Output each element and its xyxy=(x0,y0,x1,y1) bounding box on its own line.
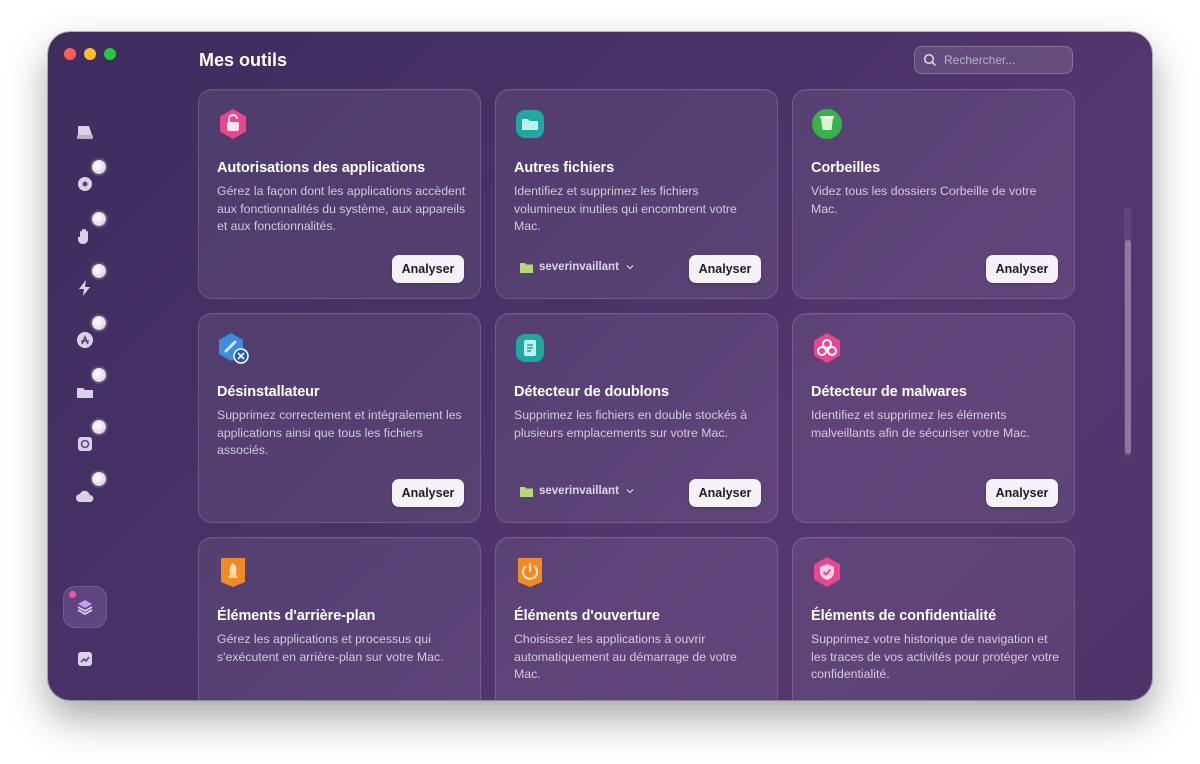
folder-icon xyxy=(520,486,533,497)
power-icon xyxy=(514,556,546,588)
shield-check-icon xyxy=(811,556,843,588)
tool-description: Identifiez et supprimez les éléments mal… xyxy=(811,408,1030,440)
tool-title: Autres fichiers xyxy=(514,160,615,176)
status-dot xyxy=(92,420,106,434)
status-dot xyxy=(92,368,106,382)
tool-card-app-permissions[interactable]: Autorisations des applications Gérez la … xyxy=(198,89,481,299)
tool-card-login-items[interactable]: Éléments d'ouverture Choisissez les appl… xyxy=(495,537,778,700)
search-input[interactable] xyxy=(944,53,1064,67)
lightning-icon xyxy=(79,280,90,296)
sidebar-item-protection[interactable] xyxy=(72,171,98,197)
search-field[interactable] xyxy=(914,46,1073,74)
sidebar-item-cloud[interactable] xyxy=(72,483,98,509)
tool-title: Autorisations des applications xyxy=(217,160,426,176)
app-store-icon xyxy=(77,332,93,348)
tool-card-background-items[interactable]: Éléments d'arrière-plan Gérez les applic… xyxy=(198,537,481,700)
chevron-down-icon xyxy=(626,265,634,270)
unlock-icon xyxy=(217,108,249,140)
analyze-button[interactable]: Analyser xyxy=(986,479,1058,507)
tool-description: Identifiez et supprimez les fichiers vol… xyxy=(514,184,737,233)
chevron-down-icon xyxy=(626,489,634,494)
sidebar-item-files[interactable] xyxy=(72,379,98,405)
tool-card-duplicate-finder[interactable]: Détecteur de doublons Supprimez les fich… xyxy=(495,313,778,523)
sidebar-item-my-tools[interactable] xyxy=(63,586,107,628)
search-icon xyxy=(923,53,937,67)
disk-icon xyxy=(77,126,93,139)
tool-title: Détecteur de doublons xyxy=(514,384,670,400)
tool-title: Éléments d'ouverture xyxy=(514,608,660,624)
status-dot xyxy=(92,160,106,174)
sidebar-item-space-lens[interactable] xyxy=(72,431,98,457)
duplicate-icon xyxy=(514,332,546,364)
uninstaller-icon xyxy=(217,332,249,364)
folder-badge-icon xyxy=(514,108,546,140)
tool-description: Supprimez votre historique de navigation… xyxy=(811,632,1060,681)
folder-name: severinvaillant xyxy=(539,485,619,497)
analyze-button[interactable]: Analyser xyxy=(689,255,761,283)
sidebar-item-speed[interactable] xyxy=(72,275,98,301)
trash-icon xyxy=(811,108,843,140)
tool-card-trash[interactable]: Corbeilles Videz tous les dossiers Corbe… xyxy=(792,89,1075,299)
tool-description: Supprimez correctement et intégralement … xyxy=(217,408,462,457)
sidebar-item-privacy[interactable] xyxy=(72,223,98,249)
analyze-button[interactable]: Analyser xyxy=(392,479,464,507)
page-title: Mes outils xyxy=(199,50,288,70)
analyze-button[interactable]: Analyser xyxy=(392,255,464,283)
tool-title: Corbeilles xyxy=(811,160,881,176)
app-window: Mes outils Autorisations des application… xyxy=(48,32,1152,700)
hand-icon xyxy=(78,229,88,244)
magnifier-disk-icon xyxy=(78,437,92,451)
folder-selector[interactable]: severinvaillant xyxy=(520,261,635,273)
tool-card-malware-detector[interactable]: Détecteur de malwares Identifiez et supp… xyxy=(792,313,1075,523)
sidebar-item-disk[interactable] xyxy=(72,119,98,145)
folder-selector[interactable]: severinvaillant xyxy=(520,485,635,497)
folder-icon xyxy=(77,388,93,398)
shield-ball-icon xyxy=(78,177,92,191)
tool-title: Éléments d'arrière-plan xyxy=(217,608,376,624)
status-dot xyxy=(92,264,106,278)
folder-name: severinvaillant xyxy=(539,261,619,273)
folder-icon xyxy=(520,262,533,273)
sidebar xyxy=(48,32,124,700)
scrollbar-thumb[interactable] xyxy=(1125,240,1131,454)
status-dot xyxy=(92,316,106,330)
analyze-button[interactable]: Analyser xyxy=(689,479,761,507)
rocket-icon xyxy=(217,556,249,588)
tool-card-uninstaller[interactable]: Désinstallateur Supprimez correctement e… xyxy=(198,313,481,523)
tool-description: Gérez la façon dont les applications acc… xyxy=(217,184,466,233)
tool-description: Choisissez les applications à ouvrir aut… xyxy=(514,632,737,681)
tool-title: Détecteur de malwares xyxy=(811,384,967,400)
notification-dot xyxy=(69,591,76,598)
sidebar-item-stats[interactable] xyxy=(72,646,98,672)
status-dot xyxy=(92,212,106,226)
sidebar-item-applications[interactable] xyxy=(72,327,98,353)
tool-description: Videz tous les dossiers Corbeille de vot… xyxy=(811,184,1037,216)
tool-card-other-files[interactable]: Autres fichiers Identifiez et supprimez … xyxy=(495,89,778,299)
biohazard-icon xyxy=(811,332,843,364)
tool-title: Désinstallateur xyxy=(217,384,320,400)
analyze-button[interactable]: Analyser xyxy=(986,255,1058,283)
tool-description: Supprimez les fichiers en double stockés… xyxy=(514,408,748,440)
my-tools-icon xyxy=(77,600,93,615)
tool-title: Éléments de confidentialité xyxy=(811,608,997,624)
tool-card-privacy-items[interactable]: Éléments de confidentialité Supprimez vo… xyxy=(792,537,1075,700)
status-dot xyxy=(92,472,106,486)
chart-icon xyxy=(78,652,92,666)
cloud-icon xyxy=(76,490,94,502)
tool-description: Gérez les applications et processus qui … xyxy=(217,632,444,664)
